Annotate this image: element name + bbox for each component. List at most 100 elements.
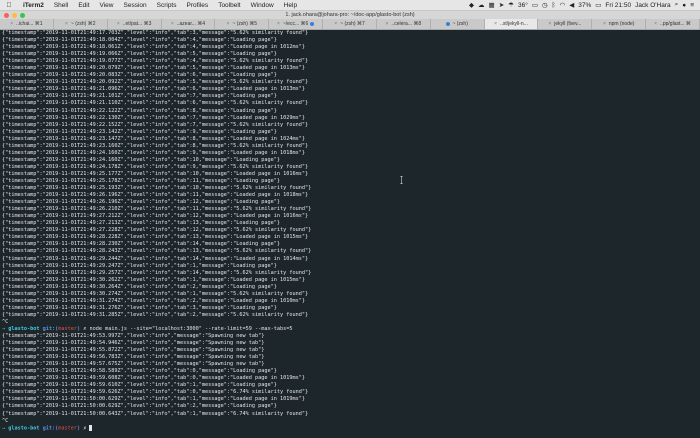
log-line: {"timestamp":"2019-11-01T21:49:30.264Z",… (2, 283, 277, 290)
prompt-dirty-mark: ✗ (83, 325, 87, 332)
log-line: {"timestamp":"2019-11-01T21:49:26.196Z",… (2, 199, 280, 206)
log-line: {"timestamp":"2019-11-01T21:49:29.247Z",… (2, 262, 277, 269)
arrow-icon[interactable]: ➤ (499, 1, 504, 9)
activity-dot-icon (446, 22, 451, 26)
window-title: 1. jack.ohara@johara-pro: ~/doc-app/glas… (285, 12, 415, 18)
text-cursor (89, 424, 93, 431)
terminal-output[interactable]: {"timestamp":"2019-11-01T21:49:17.703Z",… (0, 30, 700, 438)
prompt-git-suffix: ) (76, 325, 81, 332)
zoom-window-icon[interactable] (20, 12, 25, 18)
menu-toolbelt[interactable]: Toolbelt (213, 2, 245, 9)
prompt-line: → glasto-bot git:(master) ✗ node main.js… (2, 326, 700, 333)
status-area: ◆ ☁ ▦ ➤ ☂ 36° ▭ ◷ ᛒ ◠ ◀ 37% ▭ Fri 21:50 … (469, 1, 700, 9)
tab-label: ..azear... ⌘4 (176, 21, 206, 27)
menu-profiles[interactable]: Profiles (182, 2, 214, 9)
log-line: {"timestamp":"2019-11-01T21:49:18.061Z",… (2, 44, 305, 51)
menu-help[interactable]: Help (279, 2, 302, 9)
battery-icon[interactable]: ▭ (595, 1, 601, 9)
log-line: {"timestamp":"2019-11-01T21:49:17.703Z",… (2, 30, 309, 36)
prompt-branch: master (58, 325, 77, 332)
menu-session[interactable]: Session (119, 2, 152, 9)
close-tab-icon[interactable]: × (334, 21, 337, 27)
tab-7[interactable]: × ~ (zsh) ⌘7 (323, 19, 377, 29)
close-tab-icon[interactable]: × (227, 21, 230, 27)
close-tab-icon[interactable]: × (65, 21, 68, 27)
siri-icon[interactable]: ● (682, 2, 686, 9)
log-line: {"timestamp":"2019-11-01T21:49:20.083Z",… (2, 72, 277, 79)
tab-12[interactable]: × npm (node) (592, 19, 647, 29)
tab-13[interactable]: × ..pp/glast... ⌘ (646, 19, 700, 29)
log-line: {"timestamp":"2019-11-01T21:49:18.004Z",… (2, 37, 277, 44)
battery-percent[interactable]: 37% (578, 2, 591, 9)
prompt-directory: glasto-bot (8, 425, 40, 432)
log-line: {"timestamp":"2019-11-01T21:49:27.213Z",… (2, 220, 280, 227)
interrupt-line: ^C (2, 318, 9, 325)
menu-app-name[interactable]: iTerm2 (18, 2, 49, 9)
close-tab-icon[interactable]: × (277, 21, 280, 27)
log-line: {"timestamp":"2019-11-01T21:49:59.608Z",… (2, 375, 305, 382)
log-line: {"timestamp":"2019-11-01T21:49:59.610Z",… (2, 382, 277, 389)
tab-9[interactable]: ~ (zsh) (431, 19, 485, 29)
tab-10[interactable]: × ..st/jekyll-n... (484, 19, 539, 29)
menu-window[interactable]: Window (246, 2, 279, 9)
menu-edit[interactable]: Edit (73, 2, 94, 9)
tab-label: ~ (zsh) ⌘5 (232, 21, 258, 27)
tab-1[interactable]: × ..ichai... ⌘1 (0, 19, 54, 29)
log-line: {"timestamp":"2019-11-01T21:49:24.178Z",… (2, 163, 309, 170)
log-line: {"timestamp":"2019-11-01T21:49:30.274Z",… (2, 290, 309, 297)
close-window-icon[interactable] (4, 12, 9, 18)
log-line: {"timestamp":"2019-11-01T21:49:29.257Z",… (2, 269, 312, 276)
clock[interactable]: Fri 21:50 (605, 2, 631, 9)
minimize-window-icon[interactable] (12, 12, 17, 18)
log-line: {"timestamp":"2019-11-01T21:49:23.142Z",… (2, 128, 277, 135)
tab-3[interactable]: × ..et/pat... ⌘3 (108, 19, 162, 29)
log-line: {"timestamp":"2019-11-01T21:49:28.243Z",… (2, 248, 312, 255)
close-tab-icon[interactable]: × (10, 21, 13, 27)
spotlight-icon[interactable]: ⌕ (675, 1, 679, 9)
close-tab-icon[interactable]: × (654, 21, 657, 27)
tab-bar: × ..ichai... ⌘1 × ~ (zsh) ⌘2 × ..et/pat... … (0, 19, 700, 30)
volume-icon[interactable]: ◀ (569, 1, 574, 9)
cloud-icon[interactable]: ☁ (478, 1, 485, 9)
bluetooth-icon[interactable]: ᛒ (552, 2, 556, 9)
timer-icon[interactable]: ◷ (542, 1, 548, 9)
close-tab-icon[interactable]: × (171, 21, 174, 27)
user-name[interactable]: Jack O'Hara (635, 2, 671, 9)
notification-center-icon[interactable]: ≡ (690, 2, 694, 9)
grid-icon[interactable]: ▦ (489, 1, 495, 9)
log-line: {"timestamp":"2019-11-01T21:49:57.675Z",… (2, 361, 265, 368)
cloud-rain-icon[interactable]: ☂ (508, 1, 514, 9)
wifi-icon[interactable]: ◠ (560, 1, 566, 9)
traffic-lights (4, 12, 25, 18)
apple-icon[interactable]:  (0, 2, 18, 9)
tab-label: ~ (zsh) (452, 21, 468, 27)
menu-scripts[interactable]: Scripts (152, 2, 182, 9)
mouse-ibeam-cursor-icon (400, 176, 403, 184)
close-tab-icon[interactable]: × (386, 21, 389, 27)
dropbox-icon[interactable]: ◆ (469, 1, 474, 9)
tab-8[interactable]: × ..celera... ⌘8 (377, 19, 431, 29)
close-tab-icon[interactable]: × (117, 21, 120, 27)
temperature-text[interactable]: 36° (518, 2, 528, 9)
tab-6[interactable]: × ~/ecc... ⌘6 (269, 19, 324, 29)
tab-11[interactable]: × jekyll (fsev... (538, 19, 593, 29)
close-tab-icon[interactable]: × (548, 21, 551, 27)
prompt-dirty-mark: ✗ (83, 425, 87, 432)
menu-view[interactable]: View (95, 2, 119, 9)
interrupt-line: ^C (2, 417, 9, 424)
prompt-git-prefix: git:( (42, 325, 59, 332)
log-line: {"timestamp":"2019-11-01T21:49:22.152Z",… (2, 121, 309, 128)
log-line: {"timestamp":"2019-11-01T21:49:53.997Z",… (2, 333, 265, 340)
log-block-top: {"timestamp":"2019-11-01T21:49:17.703Z",… (2, 30, 700, 319)
prompt-command: node main.js --site="localhost:3000" --r… (89, 325, 293, 332)
menu-shell[interactable]: Shell (49, 2, 73, 9)
log-block-bottom: {"timestamp":"2019-11-01T21:49:53.997Z",… (2, 333, 700, 418)
tab-4[interactable]: × ..azear... ⌘4 (162, 19, 216, 29)
close-tab-icon[interactable]: × (603, 21, 606, 27)
close-tab-icon[interactable]: × (494, 21, 497, 27)
tab-2[interactable]: × ~ (zsh) ⌘2 (54, 19, 108, 29)
log-line: {"timestamp":"2019-11-01T21:49:19.077Z",… (2, 58, 309, 65)
active-prompt-line[interactable]: → glasto-bot git:(master) ✗ (2, 424, 700, 432)
tab-5[interactable]: × ~ (zsh) ⌘5 (215, 19, 270, 29)
screen-icon[interactable]: ▭ (532, 1, 538, 9)
